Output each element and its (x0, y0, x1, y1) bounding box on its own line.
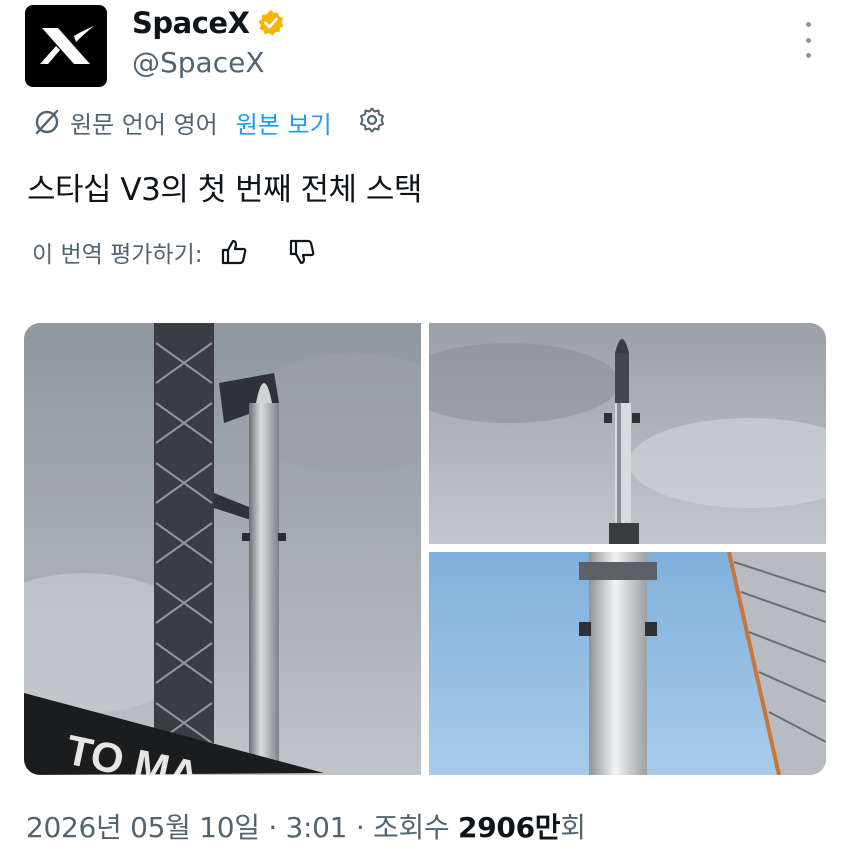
verified-badge-icon (257, 9, 285, 37)
tweet-text: 스타십 V3의 첫 번째 전체 스택 (27, 172, 422, 208)
rate-translation-label: 이 번역 평가하기: (32, 242, 203, 268)
media-image-1[interactable]: TO MA (24, 323, 421, 775)
author-name[interactable]: SpaceX (132, 6, 250, 40)
source-language-text: 원문 언어 영어 (70, 110, 218, 139)
author-name-row: SpaceX (132, 6, 285, 40)
translation-settings-gear-icon[interactable] (358, 106, 386, 138)
media-image-2[interactable] (429, 323, 826, 544)
separator-dot: · (355, 811, 374, 844)
views-count: 2906만 (458, 811, 561, 844)
post-time[interactable]: 3:01 (286, 811, 348, 844)
tweet-meta: 2026년 05월 10일 · 3:01 · 조회수 2906만회 (26, 806, 586, 846)
separator-dot: · (268, 811, 286, 844)
media-image-3[interactable] (429, 552, 826, 775)
views-suffix: 회 (560, 811, 586, 844)
media-grid: TO MA (24, 323, 826, 775)
show-original-link[interactable]: 원본 보기 (236, 105, 332, 140)
author-handle[interactable]: @SpaceX (132, 46, 265, 79)
profile-avatar[interactable] (25, 5, 107, 87)
spacex-logo-icon (40, 26, 94, 64)
translate-icon (35, 109, 59, 135)
more-options-icon[interactable] (796, 22, 820, 58)
views-label: 조회수 (373, 811, 450, 844)
translation-row: 원문 언어 영어 원본 보기 (32, 104, 386, 140)
thumbs-down-icon[interactable] (287, 237, 317, 267)
post-date[interactable]: 2026년 05월 10일 (26, 811, 260, 844)
thumbs-up-icon[interactable] (219, 237, 249, 267)
rate-translation-row: 이 번역 평가하기: (32, 234, 317, 270)
